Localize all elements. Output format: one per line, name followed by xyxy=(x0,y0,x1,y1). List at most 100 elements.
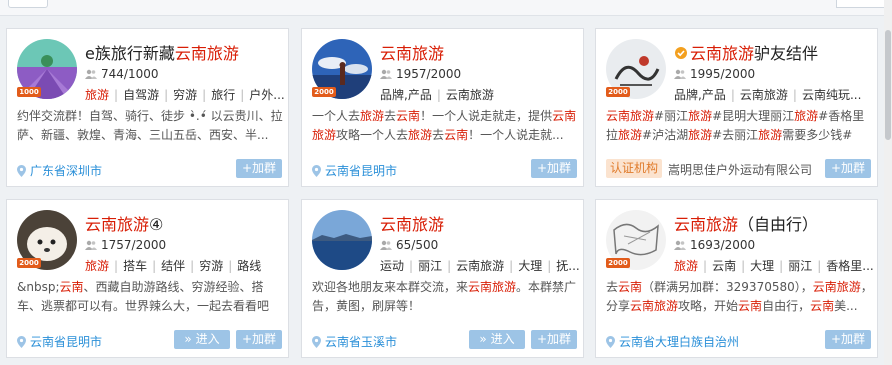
tag[interactable]: 丽江 xyxy=(418,259,442,273)
member-count-value: 1693/2000 xyxy=(690,238,756,252)
location-pin-icon xyxy=(606,336,615,348)
tag[interactable]: 抚... xyxy=(556,259,579,273)
tag[interactable]: 丽江 xyxy=(788,259,812,273)
card-footer: 云南省玉溪市 » 进入 +加群 xyxy=(312,330,577,350)
tag[interactable]: 云南 xyxy=(712,259,736,273)
tag[interactable]: 穷游 xyxy=(199,259,223,273)
location[interactable]: 云南省玉溪市 xyxy=(312,333,397,350)
people-icon xyxy=(85,240,97,250)
tag[interactable]: 大理 xyxy=(518,259,542,273)
group-title[interactable]: 云南旅游驴友结伴 xyxy=(674,40,818,64)
tag[interactable]: 旅游 xyxy=(674,259,698,273)
tag[interactable]: 云南纯玩... xyxy=(802,88,861,102)
people-icon xyxy=(380,240,392,250)
group-title[interactable]: 云南旅游 xyxy=(380,40,444,64)
title-highlight: 云南旅游 xyxy=(174,44,239,63)
tag[interactable]: 旅行 xyxy=(211,88,235,102)
tag[interactable]: 旅游 xyxy=(85,259,109,273)
card-head: 2000 云南旅游（自由行） 1693/2000 旅游 | 云南 | 大理 | 丽江 | 香格里… xyxy=(606,210,874,276)
tag[interactable]: 品牌,产品 xyxy=(674,88,726,102)
card-head: 1000 e族旅行新藏云南旅游 744/1000 旅游 | 自驾游 | 穷游 | 旅行 | 户外… xyxy=(17,39,285,105)
level-badge: 1000 xyxy=(17,87,41,97)
title-text: 驴友结伴 xyxy=(754,44,819,63)
location[interactable]: 云南省昆明市 xyxy=(312,162,397,179)
group-card[interactable]: 云南旅游 65/500 运动 | 丽江 | 云南旅游 | 大理 | 抚... 欢迎各地朋友来本群… xyxy=(301,199,584,358)
card-head: 云南旅游 65/500 运动 | 丽江 | 云南旅游 | 大理 | 抚... xyxy=(312,210,580,276)
tag[interactable]: 穷游 xyxy=(173,88,197,102)
card-head: 2000 云南旅游驴友结伴 1995/2000 品牌,产品 | 云南旅游 | 云南纯玩.… xyxy=(606,39,871,105)
tag[interactable]: 路线 xyxy=(237,259,261,273)
title-highlight: 云南旅游 xyxy=(380,44,445,63)
location-text: 云南省玉溪市 xyxy=(325,335,398,349)
enter-group-button[interactable]: » 进入 xyxy=(174,330,230,349)
location-text: 云南省大理白族自治州 xyxy=(619,335,740,349)
group-title[interactable]: e族旅行新藏云南旅游 xyxy=(85,40,239,64)
join-group-button[interactable]: +加群 xyxy=(236,330,282,349)
join-group-button[interactable]: +加群 xyxy=(825,159,871,178)
group-card[interactable]: 2000 云南旅游④ 1757/2000 旅游 | 搭车 | 结伴 | 穷游 | 路线 &nbs… xyxy=(6,199,289,358)
join-group-button[interactable]: +加群 xyxy=(531,159,577,178)
group-description: &nbsp;云南、西藏自助游路线、穷游经验、搭车、逃票都可以有。世界辣么大，一起… xyxy=(17,280,270,313)
location[interactable]: 云南省昆明市 xyxy=(17,333,102,350)
join-group-button[interactable]: +加群 xyxy=(236,159,282,178)
tag[interactable]: 大理 xyxy=(750,259,774,273)
tag-list: 旅游 | 自驾游 | 穷游 | 旅行 | 户外... xyxy=(85,88,285,102)
tag[interactable]: 云南旅游 xyxy=(456,259,504,273)
card-footer: 认证机构 嵩明思佳户外运动有限公司 +加群 xyxy=(606,159,871,179)
vertical-scrollbar[interactable] xyxy=(884,0,892,365)
title-highlight: 云南旅游 xyxy=(85,215,150,234)
location-text: 云南省昆明市 xyxy=(325,164,398,178)
avatar[interactable] xyxy=(312,210,372,270)
tag-list: 品牌,产品 | 云南旅游 | 云南纯玩... xyxy=(674,88,862,102)
tag[interactable]: 旅游 xyxy=(85,88,109,102)
title-text: （自由行） xyxy=(738,215,819,234)
certified-org-badge: 认证机构 xyxy=(606,159,663,178)
organization-name[interactable]: 嵩明思佳户外运动有限公司 xyxy=(668,161,812,178)
scrollbar-thumb[interactable] xyxy=(885,30,891,140)
enter-group-button[interactable]: » 进入 xyxy=(469,330,525,349)
group-card[interactable]: 2000 云南旅游驴友结伴 1995/2000 品牌,产品 | 云南旅游 | 云南纯玩.… xyxy=(595,28,878,187)
join-group-button[interactable]: +加群 xyxy=(531,330,577,349)
top-right-tab[interactable] xyxy=(836,0,886,8)
member-count: 1957/2000 xyxy=(380,67,461,81)
group-title[interactable]: 云南旅游（自由行） xyxy=(674,211,818,235)
group-card[interactable]: 1000 e族旅行新藏云南旅游 744/1000 旅游 | 自驾游 | 穷游 | 旅行 | 户外… xyxy=(6,28,289,187)
tag[interactable]: 结伴 xyxy=(161,259,185,273)
group-card[interactable]: 2000 云南旅游 1957/2000 品牌,产品 | 云南旅游 一个人去旅游去云南… xyxy=(301,28,584,187)
member-count: 1693/2000 xyxy=(674,238,755,252)
level-badge: 2000 xyxy=(312,87,336,97)
tag[interactable]: 自驾游 xyxy=(123,88,159,102)
title-text: e族旅行新藏 xyxy=(85,44,175,63)
member-count-value: 1957/2000 xyxy=(396,67,462,81)
tag[interactable]: 云南旅游 xyxy=(446,88,494,102)
people-icon xyxy=(380,69,392,79)
location-pin-icon xyxy=(17,336,26,348)
verified-badge-icon xyxy=(675,47,687,59)
group-description: 约伴交流群！自驾、骑行、徒步 •̀.•́ 以云贵川、拉萨、新疆、敦煌、青海、三山… xyxy=(17,109,283,142)
member-count: 744/1000 xyxy=(85,67,159,81)
tag[interactable]: 户外... xyxy=(249,88,284,102)
group-card[interactable]: 2000 云南旅游（自由行） 1693/2000 旅游 | 云南 | 大理 | 丽江 | 香格里… xyxy=(595,199,878,358)
member-count: 1995/2000 xyxy=(674,67,755,81)
title-text: ④ xyxy=(149,215,164,234)
join-group-button[interactable]: +加群 xyxy=(825,330,871,349)
top-left-tab[interactable] xyxy=(8,0,48,8)
tag-list: 旅游 | 搭车 | 结伴 | 穷游 | 路线 xyxy=(85,259,262,273)
location[interactable]: 广东省深圳市 xyxy=(17,162,102,179)
card-head: 2000 云南旅游 1957/2000 品牌,产品 | 云南旅游 xyxy=(312,39,577,105)
location[interactable]: 云南省大理白族自治州 xyxy=(606,333,739,350)
tag[interactable]: 搭车 xyxy=(123,259,147,273)
group-title[interactable]: 云南旅游④ xyxy=(85,211,163,235)
tag[interactable]: 品牌,产品 xyxy=(380,88,432,102)
people-icon xyxy=(674,69,686,79)
tag[interactable]: 运动 xyxy=(380,259,404,273)
member-count-value: 1995/2000 xyxy=(690,67,756,81)
tag-list: 运动 | 丽江 | 云南旅游 | 大理 | 抚... xyxy=(380,259,580,273)
card-footer: 广东省深圳市 +加群 xyxy=(17,159,282,179)
tag[interactable]: 云南旅游 xyxy=(740,88,788,102)
tag[interactable]: 香格里... xyxy=(826,259,873,273)
group-title[interactable]: 云南旅游 xyxy=(380,211,444,235)
tag-list: 旅游 | 云南 | 大理 | 丽江 | 香格里... xyxy=(674,259,874,273)
card-footer: 云南省昆明市 +加群 xyxy=(312,159,577,179)
member-count-value: 1757/2000 xyxy=(101,238,167,252)
